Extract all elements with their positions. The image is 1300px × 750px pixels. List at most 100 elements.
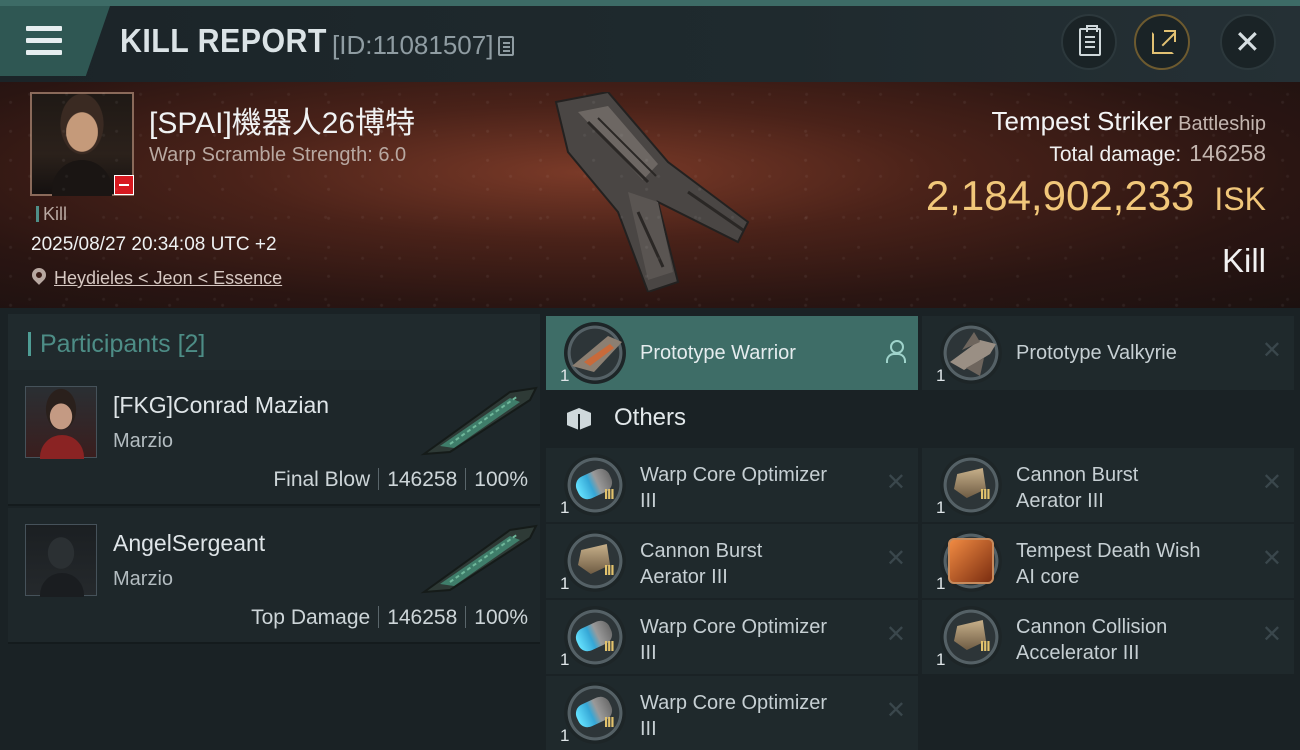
victim-avatar[interactable] bbox=[30, 92, 134, 196]
item-name-line1: Cannon Collision bbox=[1016, 616, 1168, 638]
total-damage: Total damage: 146258 bbox=[1049, 140, 1266, 167]
destroyed-x-icon: ✕ bbox=[1261, 469, 1282, 496]
participants-panel: Participants [2] [FKG]Conrad Mazian Marz… bbox=[0, 308, 540, 750]
module-item[interactable]: 1 III Warp Core Optimizer III ✕ bbox=[546, 600, 918, 674]
module-item[interactable]: 1 III Cannon Burst Aerator III ✕ bbox=[546, 524, 918, 598]
item-name: Warp Core Optimizer III bbox=[640, 614, 880, 666]
participant-role: Top Damage bbox=[251, 606, 371, 629]
item-name-line1: Warp Core Optimizer bbox=[640, 692, 828, 714]
victim-name[interactable]: [SPAI]機器人26博特 bbox=[149, 98, 415, 142]
close-button[interactable]: ✕ bbox=[1220, 14, 1276, 70]
warp-scramble-strength: Warp Scramble Strength: 6.0 bbox=[149, 144, 407, 166]
item-quantity: 1 bbox=[560, 574, 570, 593]
destroyed-x-icon: ✕ bbox=[885, 697, 906, 724]
participants-title: Participants [2] bbox=[40, 330, 205, 359]
participant-stats: Top Damage 146258 100% bbox=[251, 606, 528, 630]
item-name: Warp Core Optimizer III bbox=[640, 690, 880, 742]
report-id: [ID:11081507] bbox=[332, 30, 494, 60]
item-quantity: 1 bbox=[560, 366, 570, 385]
item-name: Cannon Collision Accelerator III bbox=[1016, 614, 1256, 666]
item-name-line1: Cannon Burst bbox=[1016, 464, 1139, 486]
module-item[interactable]: 1 III Warp Core Optimizer III ✕ bbox=[546, 676, 918, 750]
total-damage-value: 146258 bbox=[1189, 140, 1266, 166]
copy-icon[interactable] bbox=[498, 36, 514, 56]
hostile-status-icon bbox=[114, 175, 134, 195]
item-name: Warp Core Optimizer III bbox=[640, 462, 880, 514]
ship-item-warrior[interactable]: 1 Prototype Warrior bbox=[546, 316, 918, 390]
module-item[interactable]: 1 III Cannon Collision Accelerator III ✕ bbox=[922, 600, 1294, 674]
avatar[interactable] bbox=[25, 386, 97, 459]
item-quantity: 1 bbox=[936, 574, 946, 593]
item-name: Cannon Burst Aerator III bbox=[1016, 462, 1256, 514]
hamburger-icon bbox=[26, 26, 62, 56]
participant-corp: Marzio bbox=[113, 430, 174, 452]
participants-count: [2] bbox=[177, 330, 206, 358]
person-icon bbox=[886, 340, 906, 363]
participant-row[interactable]: [FKG]Conrad Mazian Marzio Final Blow 1462… bbox=[8, 370, 540, 506]
item-name-line2: Aerator III bbox=[640, 566, 728, 588]
cannon-collision-accelerator-icon bbox=[940, 606, 1002, 668]
item-name-line1: Cannon Burst bbox=[640, 540, 763, 562]
module-item[interactable]: 1 III Cannon Burst Aerator III ✕ bbox=[922, 448, 1294, 522]
divider bbox=[378, 606, 380, 628]
participant-name: [FKG]Conrad Mazian bbox=[113, 392, 330, 418]
clipboard-button[interactable] bbox=[1061, 14, 1117, 70]
item-name-line2: AI core bbox=[1016, 566, 1080, 588]
item-quantity: 1 bbox=[936, 498, 946, 517]
ship-item-valkyrie[interactable]: 1 Prototype Valkyrie ✕ bbox=[922, 316, 1294, 390]
page-title: KILL REPORT bbox=[120, 22, 327, 59]
victim-ship-name[interactable]: Tempest Striker Battleship bbox=[992, 106, 1266, 137]
isk-amount: 2,184,902,233 bbox=[925, 172, 1195, 219]
share-button[interactable] bbox=[1134, 14, 1190, 70]
destroyed-x-icon: ✕ bbox=[1261, 337, 1282, 364]
victim-ship-image bbox=[554, 92, 750, 292]
result-label: Kill bbox=[1221, 242, 1266, 279]
close-icon: ✕ bbox=[1234, 24, 1261, 60]
divider bbox=[465, 606, 467, 628]
ship-name-text: Tempest Striker bbox=[991, 106, 1173, 136]
participant-ship-image bbox=[420, 524, 538, 594]
tier-badge: III bbox=[604, 486, 614, 503]
location-pin-icon bbox=[29, 265, 49, 285]
participant-role: Final Blow bbox=[273, 468, 371, 491]
warp-core-optimizer-icon bbox=[564, 454, 626, 516]
menu-button[interactable] bbox=[0, 6, 110, 76]
section-accent-bar bbox=[28, 332, 31, 356]
item-name: Prototype Warrior bbox=[640, 342, 796, 364]
item-quantity: 1 bbox=[936, 366, 946, 385]
kill-tag: Kill bbox=[36, 204, 67, 225]
item-name-line2: III bbox=[640, 642, 657, 664]
tier-badge: III bbox=[604, 714, 614, 731]
isk-value: 2,184,902,233 ISK bbox=[926, 172, 1266, 220]
participant-corp: Marzio bbox=[113, 568, 174, 590]
item-name: Tempest Death Wish AI core bbox=[1016, 538, 1256, 590]
avatar[interactable] bbox=[25, 524, 97, 597]
participant-row[interactable]: AngelSergeant Marzio Top Damage 146258 100… bbox=[8, 508, 540, 644]
ship-class-text: Battleship bbox=[1178, 113, 1266, 135]
warp-core-optimizer-icon bbox=[564, 606, 626, 668]
divider bbox=[465, 468, 467, 490]
item-quantity: 1 bbox=[560, 650, 570, 669]
others-header: Others bbox=[540, 390, 1300, 446]
destroyed-x-icon: ✕ bbox=[885, 469, 906, 496]
module-item[interactable]: 1 III Warp Core Optimizer III ✕ bbox=[546, 448, 918, 522]
item-name-line2: Aerator III bbox=[1016, 490, 1104, 512]
item-quantity: 1 bbox=[560, 726, 570, 745]
participant-name: AngelSergeant bbox=[113, 530, 266, 556]
participant-damage: 146258 bbox=[387, 468, 458, 491]
isk-unit: ISK bbox=[1214, 181, 1266, 217]
items-panel: 1 Prototype Warrior 1 Prototype Valkyrie… bbox=[540, 308, 1300, 750]
frigate-icon bbox=[940, 322, 1002, 384]
frigate-icon bbox=[564, 322, 626, 384]
divider bbox=[378, 468, 380, 490]
kill-datetime: 2025/08/27 20:34:08 UTC +2 bbox=[31, 234, 277, 255]
item-name-line1: Warp Core Optimizer bbox=[640, 616, 828, 638]
location-link[interactable]: Heydieles < Jeon < Essence bbox=[54, 268, 282, 289]
destroyed-x-icon: ✕ bbox=[885, 545, 906, 572]
module-item[interactable]: 1 Tempest Death Wish AI core ✕ bbox=[922, 524, 1294, 598]
item-quantity: 1 bbox=[936, 650, 946, 669]
destroyed-x-icon: ✕ bbox=[1261, 621, 1282, 648]
tier-badge: III bbox=[604, 638, 614, 655]
participant-percent: 100% bbox=[474, 606, 528, 629]
total-damage-label: Total damage: bbox=[1049, 143, 1182, 166]
